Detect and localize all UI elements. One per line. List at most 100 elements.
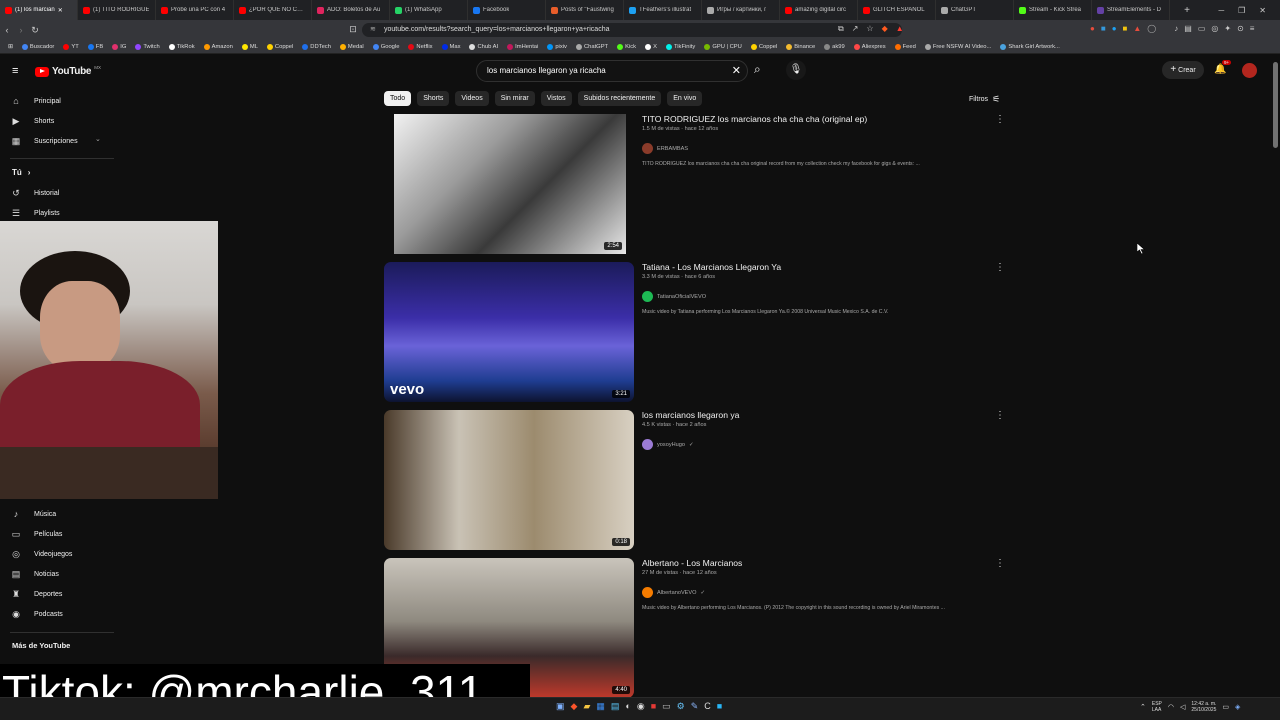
leo-icon[interactable]: ✦ [1224, 24, 1231, 33]
app-c-icon[interactable]: C [704, 701, 711, 712]
brave-icon[interactable]: ◆ [571, 701, 578, 712]
video-title[interactable]: Tatiana - Los Marcianos Llegaron Ya [642, 262, 781, 272]
channel-name[interactable]: AlbertanoVEVO [657, 590, 697, 596]
browser-tab[interactable]: ChatGPT [936, 0, 1014, 20]
more-actions-icon[interactable]: ⋮ [995, 262, 1005, 273]
sidebar-item[interactable]: ☰ Playlists [10, 208, 60, 219]
sidebar-item[interactable]: ◎ Videojuegos [10, 549, 72, 560]
install-app-icon[interactable]: ⧉ [838, 24, 844, 34]
browser-tab[interactable]: Facebook [468, 0, 546, 20]
sidebar-item[interactable]: ▭ Películas [10, 529, 63, 540]
sidebar-item[interactable]: ▦ Suscripciones [10, 136, 78, 147]
translate-icon[interactable]: ☆ [866, 24, 873, 34]
bookmark-item[interactable]: Shark Girl Artwork... [1000, 43, 1060, 50]
bookmark-item[interactable]: Free NSFW AI Video... [924, 43, 991, 50]
avatar[interactable] [1242, 63, 1257, 78]
filter-chip[interactable]: En vivo [667, 91, 703, 106]
bookmark-item[interactable]: Feed [894, 43, 916, 50]
sidebar-item[interactable]: ♪ Música [10, 509, 56, 519]
new-tab-button[interactable]: + [1184, 5, 1190, 16]
browser-tab[interactable]: TFeathers's illustrat [624, 0, 702, 20]
bookmark-item[interactable]: Google [372, 43, 399, 50]
bookmark-item[interactable]: ML [241, 43, 258, 50]
language-indicator[interactable]: ESP LAA [1152, 701, 1162, 713]
video-thumbnail[interactable]: vevo 3:21 [384, 262, 634, 402]
video-thumbnail[interactable]: 2:54 [394, 114, 626, 254]
explorer-icon[interactable]: ▰ [583, 701, 590, 712]
browser-tab[interactable]: GLITCH ESPAÑOL [858, 0, 936, 20]
music-control-icon[interactable]: ♪ [1174, 24, 1178, 33]
bookmark-item[interactable]: Coppel [266, 43, 293, 50]
minimize-button[interactable]: ─ [1218, 6, 1224, 15]
bookmark-item[interactable]: Buscador [21, 43, 54, 50]
share-icon[interactable]: ↗ [852, 24, 859, 34]
filter-chip[interactable]: Shorts [417, 91, 450, 106]
page-scrollbar[interactable] [1273, 62, 1278, 148]
chevron-down-icon[interactable]: ⌄ [95, 135, 101, 143]
bookmark-item[interactable]: Amazon [203, 43, 233, 50]
app-gray-icon[interactable]: ▭ [662, 701, 671, 712]
video-result[interactable]: 2:54 TITO RODRIGUEZ los marcianos cha cha… [384, 114, 1005, 254]
browser-tab[interactable]: ADO: Boletos de Au [312, 0, 390, 20]
sidebar-item[interactable]: ↺ Historial [10, 188, 59, 199]
notification-center-icon[interactable]: ▭ [1222, 703, 1229, 711]
bookmark-item[interactable]: IG [112, 43, 126, 50]
close-window-button[interactable]: ✕ [1259, 6, 1266, 15]
hamburger-menu-icon[interactable]: ≡ [12, 65, 18, 77]
channel-avatar[interactable] [642, 291, 653, 302]
vpn-icon[interactable]: ◎ [1211, 24, 1218, 33]
filters-button[interactable]: Filtros ⚟ [969, 94, 1000, 105]
photos-icon[interactable]: ◐ [625, 701, 630, 712]
bookmark-item[interactable]: TikFinity [665, 43, 695, 50]
browser-tab[interactable]: StreamElements - D [1092, 0, 1170, 20]
sidebar-item[interactable]: ▶ Shorts [10, 116, 55, 127]
channel-name[interactable]: yosoyHugo [657, 442, 685, 448]
sidebar-toggle-icon[interactable]: ▤ [1184, 24, 1192, 33]
bookmark-item[interactable]: Kick [617, 43, 636, 50]
browser-tab[interactable]: Posts of "Faustwing [546, 0, 624, 20]
bookmark-item[interactable]: TikRok [168, 43, 195, 50]
extension-1-icon[interactable]: ● [1090, 24, 1095, 33]
video-title[interactable]: los marcianos llegaron ya [642, 410, 739, 420]
search-input[interactable]: los marcianos llegaron ya ricacha ✕ [476, 60, 748, 82]
reload-icon[interactable]: ↻ [28, 25, 42, 36]
brave-shield-icon[interactable]: ◆ [882, 24, 888, 34]
notifications-icon[interactable]: 🔔 [1214, 64, 1226, 75]
bookmark-item[interactable]: Chub AI [469, 43, 498, 50]
voice-search-icon[interactable]: 🎙 [786, 60, 806, 80]
channel-avatar[interactable] [642, 439, 653, 450]
sidebar-item[interactable]: ◉ Podcasts [10, 609, 63, 620]
browser-tab[interactable]: ¿POR QUÉ NO COM [234, 0, 312, 20]
rewards-icon[interactable]: ▲ [896, 24, 904, 34]
bookmark-item[interactable]: ak99 [824, 43, 845, 50]
browser-tab[interactable]: amazing digital circ [780, 0, 858, 20]
profile-icon[interactable]: ⊙ [1237, 24, 1244, 33]
channel-name[interactable]: TatianaOficialVEVO [657, 294, 706, 300]
search-icon[interactable]: ⌕ [754, 62, 761, 77]
you-section-header[interactable]: Tú › [12, 168, 30, 177]
browser-tab[interactable]: Probé una PC con 4 [156, 0, 234, 20]
steam-icon[interactable]: ⚙ [677, 701, 685, 712]
channel-info[interactable]: yosoyHugo ✓ [642, 439, 694, 450]
youtube-logo[interactable]: YouTube MX [35, 65, 101, 77]
browser-tab[interactable]: Stream - Kick Strea [1014, 0, 1092, 20]
store-icon[interactable]: ▦ [596, 701, 605, 712]
filter-chip[interactable]: Vistos [540, 91, 572, 106]
channel-info[interactable]: TatianaOficialVEVO [642, 291, 706, 302]
filter-chip[interactable]: Subidos recientemente [577, 91, 662, 106]
create-button[interactable]: + Crear [1162, 61, 1204, 79]
bookmark-item[interactable]: Binance [786, 43, 815, 50]
video-title[interactable]: Albertano - Los Marcianos [642, 558, 742, 568]
extension-4-icon[interactable]: ■ [1123, 24, 1128, 33]
forward-icon[interactable]: › [14, 25, 28, 35]
bookmark-item[interactable]: GPU | CPU [704, 43, 742, 50]
obs-icon[interactable]: ◉ [637, 701, 645, 712]
bookmark-item[interactable]: Medal [339, 43, 364, 50]
wallet-icon[interactable]: ▭ [1198, 24, 1206, 33]
channel-avatar[interactable] [642, 587, 653, 598]
app-red-icon[interactable]: ■ [651, 701, 656, 712]
extension-5-icon[interactable]: ▲ [1133, 24, 1141, 33]
bookmark-item[interactable]: X [645, 43, 657, 50]
back-icon[interactable]: ‹ [0, 25, 14, 35]
channel-avatar[interactable] [642, 143, 653, 154]
